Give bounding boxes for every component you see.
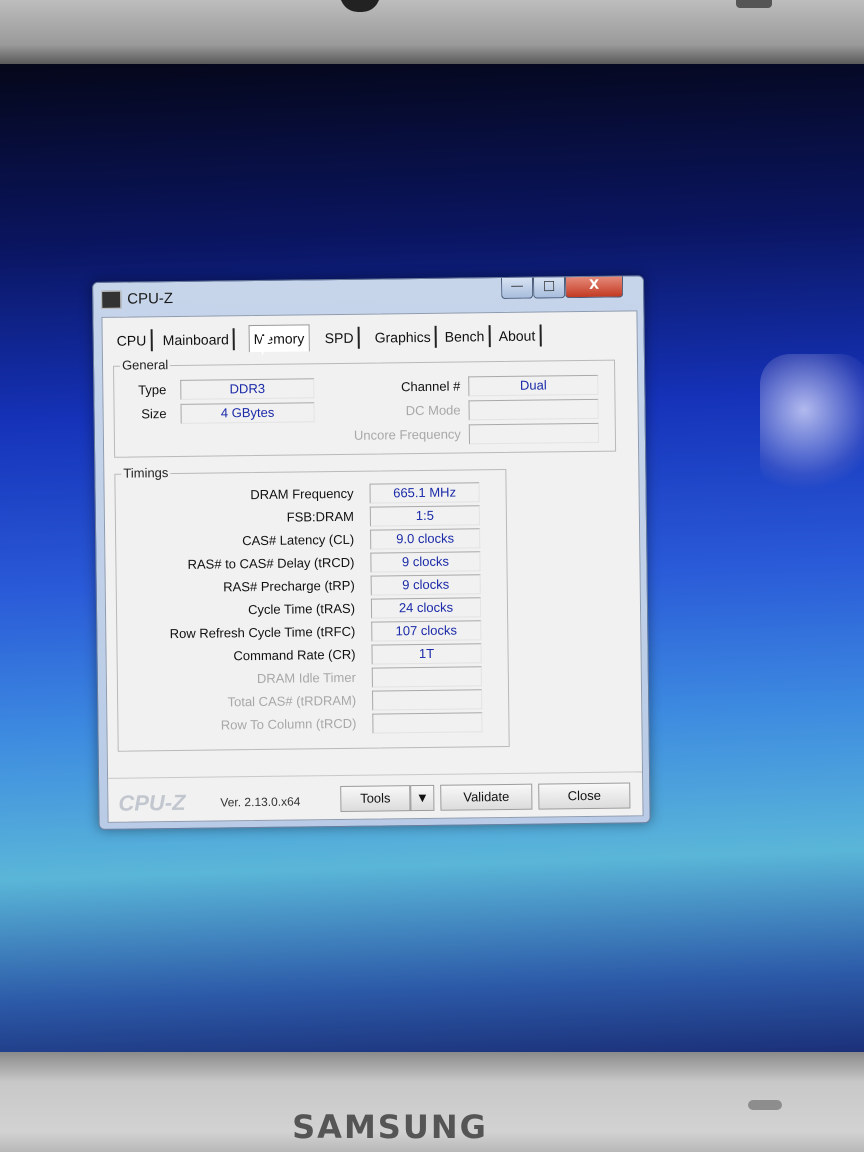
dc-mode-label: DC Mode [405,402,461,419]
version-label: Ver. 2.13.0.x64 [220,794,301,810]
total-cas-value [372,689,483,711]
row-refresh-value: 107 clocks [371,620,482,642]
type-value: DDR3 [180,378,315,400]
title-bar[interactable]: CPU-Z — □ X [93,276,643,313]
size-label: Size [141,406,167,422]
row-to-column-label: Row To Column (tRCD) [220,715,357,733]
tab-bench[interactable]: Bench [440,325,491,348]
channel-label: Channel # [400,378,461,395]
cycle-time-value: 24 clocks [370,597,482,619]
type-label: Type [138,382,167,398]
dram-idle-timer-value [371,666,482,688]
tab-cpu[interactable]: CPU [112,329,153,352]
uncore-frequency-label: Uncore Frequency [353,426,461,443]
channel-value: Dual [468,374,599,397]
power-indicator [748,1100,782,1110]
close-button[interactable]: Close [538,782,631,810]
ras-to-cas-value: 9 clocks [370,551,481,573]
tab-mainboard[interactable]: Mainboard [158,328,236,352]
footer-bar: CPU-Z Ver. 2.13.0.x64 Tools ▼ Validate C… [108,771,643,823]
row-refresh-label: Row Refresh Cycle Time (tRFC) [169,623,356,642]
webcam [340,0,380,12]
command-rate-value: 1T [371,643,482,665]
dram-frequency-label: DRAM Frequency [250,485,354,503]
ras-precharge-label: RAS# Precharge (tRP) [223,577,355,595]
timings-group-label: Timings [121,465,171,481]
timings-group: Timings DRAM Frequency 665.1 MHz FSB:DRA… [114,465,510,752]
minimize-button[interactable]: — [500,277,534,300]
validate-button[interactable]: Validate [440,783,533,811]
mouse-cursor-icon [262,336,271,356]
tools-button[interactable]: Tools [340,785,411,813]
total-cas-label: Total CAS# (tRDRAM) [227,692,357,710]
cpuz-app-icon [101,290,122,309]
general-group: General Type DDR3 Size 4 GBytes Channel … [113,357,617,458]
tab-graphics[interactable]: Graphics [370,325,437,349]
tab-memory[interactable]: Memory [248,324,310,353]
fsb-dram-label: FSB:DRAM [286,508,354,525]
tab-spd[interactable]: SPD [320,326,360,350]
ras-to-cas-label: RAS# to CAS# Delay (tRCD) [187,554,355,572]
row-to-column-value [372,712,483,734]
dram-idle-timer-label: DRAM Idle Timer [256,669,356,687]
maximize-button[interactable]: □ [532,277,566,299]
cpuz-window: CPU-Z — □ X CPU Mainboard Memory SPD Gra… [92,275,651,830]
brand-logo: SAMSUNG [292,1108,488,1146]
cas-latency-label: CAS# Latency (CL) [242,531,355,549]
uncore-frequency-value [468,422,600,445]
dram-frequency-value: 665.1 MHz [369,482,480,504]
cycle-time-label: Cycle Time (tRAS) [248,600,356,618]
laptop-bezel-top [0,0,864,64]
ras-precharge-value: 9 clocks [370,574,481,596]
cpuz-logo: CPU-Z [118,789,186,816]
client-area: CPU Mainboard Memory SPD Graphics Bench … [101,310,644,823]
window-title: CPU-Z [127,290,174,308]
dc-mode-value [468,398,599,421]
general-group-label: General [119,357,171,373]
close-window-button[interactable]: X [564,276,624,299]
tools-dropdown-arrow-icon[interactable]: ▼ [410,784,435,812]
screen-glare [760,354,864,494]
cas-latency-value: 9.0 clocks [370,528,481,550]
status-led [736,0,772,8]
command-rate-label: Command Rate (CR) [233,646,356,664]
fsb-dram-value: 1:5 [369,505,481,527]
size-value: 4 GBytes [180,402,315,424]
tab-about[interactable]: About [494,324,542,348]
